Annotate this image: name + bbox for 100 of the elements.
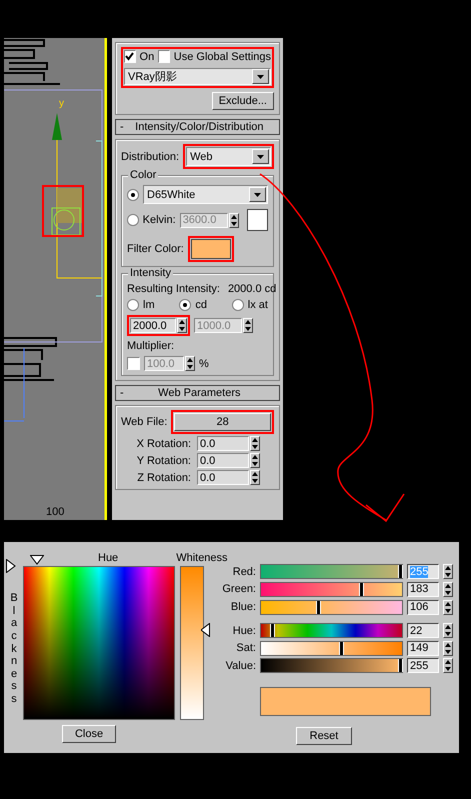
rollout-title: Web Parameters [157,387,242,399]
slider-label: Blue: [230,601,256,614]
field-label: Kelvin: [142,214,176,226]
web-file-button[interactable]: 28 [174,413,271,431]
radio-label: lx at [248,299,268,311]
radio-button[interactable] [127,299,139,311]
kelvin-color-swatch[interactable] [246,209,268,231]
spinner-button[interactable] [250,453,260,468]
color-slider-track[interactable] [260,640,403,656]
rollout-header[interactable]: - Web Parameters [115,385,280,401]
checkbox[interactable] [158,50,170,63]
slider-thumb[interactable] [316,600,322,614]
checkbox-label: On [140,50,154,62]
spinner-button[interactable] [243,318,253,333]
up-down-arrows-icon [187,358,193,369]
spinner-button[interactable] [250,470,260,485]
spinner-button[interactable] [250,436,260,451]
radio-button[interactable] [127,214,139,226]
up-down-arrows-icon [252,438,258,449]
whiteness-label: Whiteness [176,552,228,564]
slider-thumb[interactable] [398,565,403,578]
exclude-button[interactable]: Exclude... [212,92,274,110]
slider-thumb[interactable] [398,659,403,672]
up-down-arrows-icon [445,584,451,595]
spinner-button[interactable] [443,623,453,638]
up-down-arrows-icon [445,566,451,578]
field-label: Multiplier: [127,340,176,352]
spinner-button[interactable] [443,640,453,656]
value-field[interactable]: 149 [407,640,439,656]
up-down-arrows-icon [230,214,237,226]
up-down-arrows-icon [445,602,451,613]
shadow-type-dropdown[interactable]: VRay阴影 [124,68,271,85]
field-label: Y Rotation: [136,454,191,466]
close-button[interactable]: Close [62,725,116,743]
blackness-marker-icon[interactable] [6,559,16,573]
color-slider-track[interactable] [260,623,403,638]
reset-button[interactable]: Reset [296,727,352,746]
slider-thumb[interactable] [358,582,364,596]
collapse-toggle[interactable]: - [120,387,124,399]
radio-label: lm [143,299,155,311]
caret-icon [254,192,261,196]
hue-label: Hue [98,552,118,564]
radio-button[interactable] [232,299,244,311]
spinner-button[interactable] [443,564,453,580]
axis-label: y [59,98,64,109]
group-title: Color [128,169,158,181]
ruler-label: 100 [46,506,64,518]
color-preset-dropdown[interactable]: D65White [143,185,268,204]
field-label: Web File: [121,416,168,428]
whiteness-bar[interactable] [180,566,204,720]
rotation-field[interactable]: 0.0 [197,453,249,468]
checkbox[interactable] [127,357,140,370]
value-field[interactable]: 183 [407,582,439,597]
field-label: Distribution: [121,150,180,162]
field-label: X Rotation: [136,438,191,450]
slider-label: Hue: [232,624,256,637]
slider-label: Sat: [235,642,256,654]
up-down-arrows-icon [252,455,258,466]
checkbox[interactable] [124,50,136,63]
slider-label: Value: [224,660,256,672]
whiteness-marker-icon[interactable] [201,623,210,637]
value-field[interactable]: 255 [407,658,439,674]
blackness-label: Blackness [10,592,18,708]
color-slider-track[interactable] [260,582,403,597]
caret-icon [257,154,264,158]
hue-blackness-picker[interactable] [23,566,175,720]
resulting-intensity-value: 2000.0 cd [228,283,276,295]
radio-button[interactable] [179,299,192,311]
field-label: Resulting Intensity: [127,283,220,295]
value-field[interactable]: 106 [407,600,439,615]
rollout-title: Intensity/Color/Distribution [134,121,265,133]
value-field[interactable]: 22 [407,623,439,638]
spinner-button[interactable] [228,212,239,228]
caret-icon [257,74,264,78]
color-slider-track[interactable] [260,658,403,674]
collapse-toggle[interactable]: - [120,121,124,133]
up-down-arrows-icon [445,625,451,636]
slider-label: Green: [221,583,256,596]
spinner-button[interactable] [177,318,187,333]
field-label: Z Rotation: [136,472,191,484]
intensity-field[interactable]: 2000.0 [130,318,176,333]
spinner-button[interactable] [443,582,453,597]
spinner-button[interactable] [443,658,453,674]
slider-label: Red: [232,566,256,578]
checkbox-label: Use Global Settings [174,50,271,62]
color-slider-track[interactable] [260,600,403,615]
color-slider-track[interactable] [260,564,403,580]
spinner-button[interactable] [185,356,195,371]
rollout-header[interactable]: - Intensity/Color/Distribution [115,119,280,135]
distribution-dropdown[interactable]: Web [186,147,271,166]
rotation-field[interactable]: 0.0 [197,470,249,485]
up-down-arrows-icon [245,320,251,331]
spinner-button[interactable] [443,600,453,615]
group-title: Intensity [128,267,173,279]
slider-thumb[interactable] [270,624,275,638]
up-down-arrows-icon [445,660,451,672]
unit-label: % [199,358,209,370]
radio-button[interactable] [127,188,139,200]
rotation-field[interactable]: 0.0 [197,436,249,451]
slider-thumb[interactable] [338,642,344,655]
